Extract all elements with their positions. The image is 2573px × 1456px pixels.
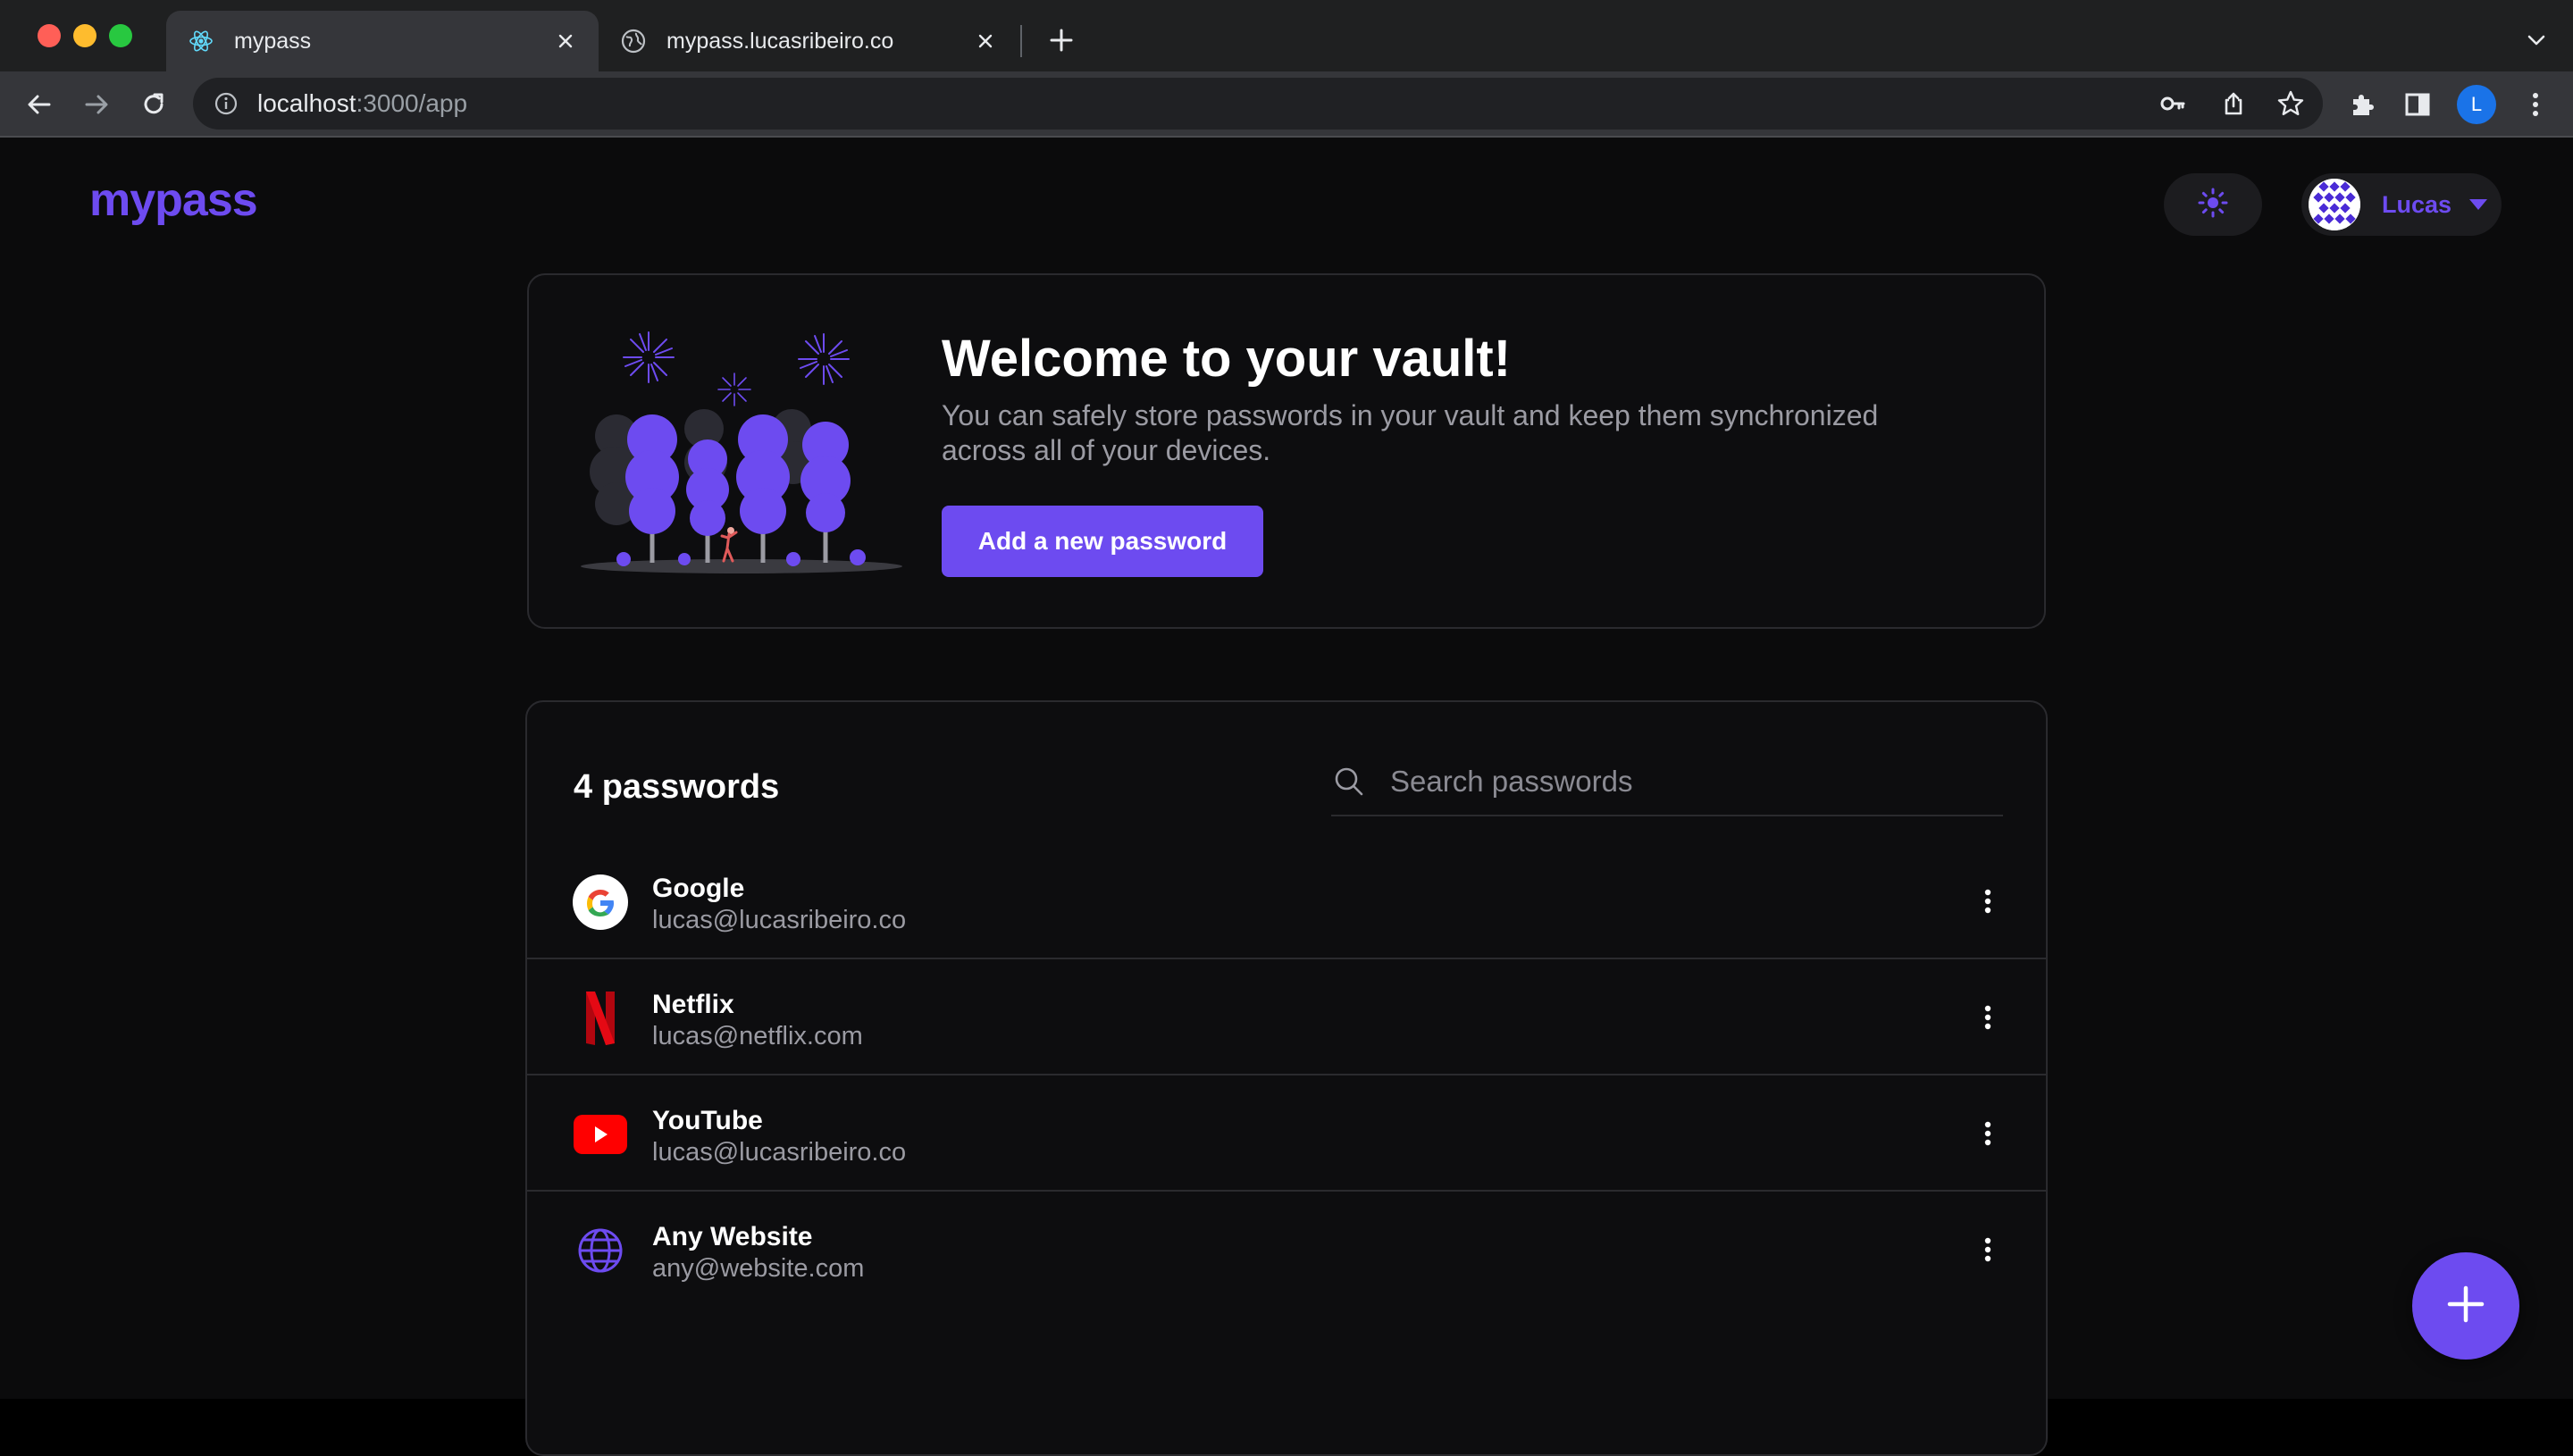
app-logo[interactable]: mypass	[89, 173, 258, 227]
more-options-icon[interactable]	[1965, 995, 2010, 1040]
key-icon[interactable]	[2155, 86, 2191, 121]
avatar	[2309, 179, 2360, 230]
browser-tab-bar: mypass mypass.lucasribeiro.co	[0, 0, 2573, 71]
react-icon	[188, 28, 214, 54]
fireworks-trees-illustration	[579, 329, 909, 579]
plus-icon	[2444, 1283, 2487, 1330]
extensions-puzzle-icon[interactable]	[2344, 87, 2380, 122]
entry-name: YouTube	[652, 1106, 763, 1135]
bookmark-star-icon[interactable]	[2273, 86, 2309, 121]
globe-icon	[620, 28, 647, 54]
theme-toggle-button[interactable]	[2164, 173, 2262, 236]
maximize-window-button[interactable]	[109, 24, 132, 47]
search-bar	[1331, 749, 2003, 816]
browser-tab-mypass[interactable]: mypass	[166, 11, 599, 71]
more-options-icon[interactable]	[1965, 1111, 2010, 1156]
welcome-description: You can safely store passwords in your v…	[942, 399, 1879, 466]
tab-search-chevron-down-icon[interactable]	[2521, 25, 2552, 55]
google-icon	[572, 874, 629, 931]
entry-name: Google	[652, 874, 745, 903]
youtube-icon	[572, 1106, 629, 1163]
entry-email: lucas@lucasribeiro.co	[652, 906, 907, 934]
minimize-window-button[interactable]	[73, 24, 96, 47]
tab-separator	[1020, 25, 1022, 57]
entry-email: any@website.com	[652, 1254, 865, 1283]
close-icon[interactable]	[552, 28, 579, 54]
site-info-icon[interactable]	[213, 90, 239, 117]
netflix-icon	[572, 990, 629, 1047]
forward-arrow-icon[interactable]	[79, 87, 114, 122]
password-row-netflix[interactable]: Netflix lucas@netflix.com	[527, 958, 2046, 1074]
entry-name: Netflix	[652, 990, 734, 1019]
app-page: mypass Lucas Welcome to your vault! You …	[0, 138, 2573, 1456]
url-host: localhost	[257, 89, 356, 117]
browser-toolbar: localhost:3000/app L	[0, 71, 2573, 138]
password-row-any-website[interactable]: Any Website any@website.com	[527, 1190, 2046, 1306]
browser-profile-avatar[interactable]: L	[2457, 85, 2496, 124]
close-icon[interactable]	[972, 28, 999, 54]
browser-tab-mypass-lucasribeiro[interactable]: mypass.lucasribeiro.co	[599, 11, 1018, 71]
password-row-google[interactable]: Google lucas@lucasribeiro.co	[527, 843, 2046, 959]
address-bar[interactable]: localhost:3000/app	[193, 78, 2323, 130]
user-name: Lucas	[2382, 190, 2452, 218]
password-row-youtube[interactable]: YouTube lucas@lucasribeiro.co	[527, 1074, 2046, 1190]
add-new-password-button[interactable]: Add a new password	[942, 506, 1263, 577]
search-input[interactable]	[1388, 764, 2003, 799]
add-password-fab[interactable]	[2412, 1252, 2519, 1360]
side-panel-icon[interactable]	[2400, 87, 2435, 122]
url-path: :3000/app	[356, 89, 468, 117]
caret-down-icon	[2469, 199, 2488, 210]
search-icon	[1331, 764, 1367, 799]
share-icon[interactable]	[2216, 86, 2251, 121]
more-options-icon[interactable]	[1965, 879, 2010, 924]
new-tab-button[interactable]	[1045, 24, 1077, 56]
password-list-card: 4 passwords Google lucas@lucasribeiro.co	[525, 700, 2048, 1456]
entry-name: Any Website	[652, 1222, 813, 1251]
entry-email: lucas@lucasribeiro.co	[652, 1138, 907, 1167]
back-arrow-icon[interactable]	[21, 87, 57, 122]
more-options-icon[interactable]	[1965, 1227, 2010, 1272]
close-window-button[interactable]	[38, 24, 61, 47]
more-vert-icon[interactable]	[2518, 87, 2553, 122]
tab-title: mypass.lucasribeiro.co	[666, 28, 894, 54]
user-menu-button[interactable]: Lucas	[2301, 173, 2502, 236]
entry-email: lucas@netflix.com	[652, 1022, 863, 1050]
password-count: 4 passwords	[574, 768, 780, 806]
reload-icon[interactable]	[136, 87, 172, 122]
sun-icon	[2197, 187, 2229, 223]
tab-title: mypass	[234, 28, 312, 54]
globe-icon	[572, 1222, 629, 1279]
welcome-title: Welcome to your vault!	[942, 330, 1512, 388]
welcome-card: Welcome to your vault! You can safely st…	[527, 273, 2046, 629]
url-text: localhost:3000/app	[257, 89, 467, 118]
